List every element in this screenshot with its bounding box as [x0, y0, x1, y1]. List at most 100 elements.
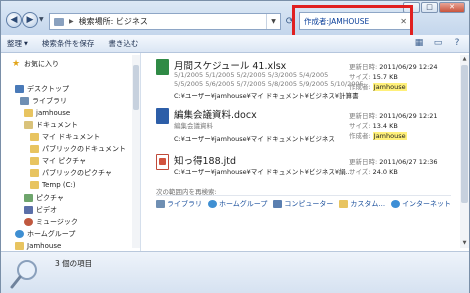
- meta-key: 更新日時:: [349, 112, 378, 120]
- modified-date: 更新日時: 2011/06/29 12:24: [349, 61, 438, 71]
- documents-icon: [24, 120, 33, 129]
- recent-pages-dropdown-icon[interactable]: ▼: [39, 16, 44, 23]
- address-dropdown-icon[interactable]: ▼: [266, 14, 280, 29]
- file-size: サイズ: 24.0 KB: [349, 166, 398, 176]
- command-toolbar: 整理 ▼ 検索条件を保存 書き込む ▦ ▭ ?: [1, 35, 469, 53]
- change-view-icon[interactable]: ▦: [413, 37, 425, 49]
- author: 作成者: Jamhouse: [349, 81, 407, 91]
- sidebar-item-label: Jamhouse: [27, 241, 62, 250]
- list-item-result-2[interactable]: 編集会議資料.docx 編集会議資料 C:¥ユーザー¥jamhouse¥マイ ド…: [142, 104, 460, 150]
- sidebar-item-label: ミュージック: [36, 217, 78, 226]
- breadcrumb-separator-icon[interactable]: ▶: [69, 18, 74, 25]
- sidebar-item-pictures[interactable]: ピクチャ: [24, 192, 64, 203]
- sidebar-item-my-pictures[interactable]: マイ ピクチャ: [30, 155, 86, 166]
- view-controls: ▦ ▭ ?: [413, 37, 463, 49]
- forward-button[interactable]: ▶: [22, 12, 38, 28]
- sidebar-item-temp[interactable]: Temp (C:): [30, 179, 76, 190]
- help-icon[interactable]: ?: [451, 37, 463, 49]
- meta-key: サイズ:: [349, 122, 371, 130]
- divider: [156, 195, 451, 196]
- sidebar-item-label: ドキュメント: [36, 120, 78, 129]
- videos-icon: [24, 205, 33, 214]
- library-icon: [20, 96, 29, 105]
- file-name[interactable]: 知っ得188.jtd: [174, 153, 236, 167]
- music-icon: [24, 217, 33, 226]
- search-again-label: ライブラリ: [167, 200, 202, 208]
- search-again-libraries[interactable]: ライブラリ: [156, 199, 202, 209]
- search-results-pane: 月間スケジュール 41.xlsx 5/1/2005 5/1/2005 5/2/2…: [142, 53, 469, 251]
- internet-icon: [391, 200, 401, 208]
- search-again-locations: ライブラリ ホームグループ コンピューター カスタム... インターネット: [156, 199, 451, 209]
- meta-value: 15.7 KB: [372, 73, 398, 81]
- sidebar-item-videos[interactable]: ビデオ: [24, 204, 57, 215]
- forward-arrow-icon: ▶: [26, 15, 34, 25]
- star-icon: ★: [12, 58, 21, 69]
- user-folder-icon: [15, 241, 24, 250]
- preview-pane-icon[interactable]: ▭: [432, 37, 444, 49]
- sidebar-item-public-pictures[interactable]: パブリックのピクチャ: [30, 167, 112, 178]
- modified-date: 更新日時: 2011/06/27 12:36: [349, 156, 438, 166]
- file-path: C:¥ユーザー¥jamhouse¥マイ ドキュメント¥ビジネス¥絹...: [174, 168, 352, 176]
- search-magnifier-icon: [10, 260, 37, 289]
- sidebar-item-jamhouse[interactable]: jamhouse: [24, 107, 70, 118]
- sidebar-item-label: ライブラリ: [32, 96, 67, 105]
- meta-value: 2011/06/27 12:36: [379, 158, 438, 166]
- sidebar-item-my-documents[interactable]: マイ ドキュメント: [30, 131, 100, 142]
- sidebar-item-music[interactable]: ミュージック: [24, 216, 78, 227]
- homegroup-icon: [208, 200, 217, 208]
- breadcrumb[interactable]: 検索場所: ビジネス: [79, 16, 148, 27]
- folder-icon: [30, 168, 39, 177]
- sidebar-item-desktop[interactable]: デスクトップ: [15, 83, 69, 94]
- back-arrow-icon: ◀: [10, 15, 18, 25]
- meta-key: 作成者:: [349, 83, 371, 91]
- file-size: サイズ: 13.4 KB: [349, 120, 398, 130]
- item-count: 3 個の項目: [55, 259, 93, 268]
- computer-icon: [273, 200, 283, 208]
- author: 作成者: Jamhouse: [349, 130, 407, 140]
- file-name[interactable]: 月間スケジュール 41.xlsx: [174, 58, 286, 72]
- folder-icon: [339, 200, 349, 208]
- search-again-computer[interactable]: コンピューター: [273, 199, 333, 209]
- title-bar: – □ ✕ ◀ ▶ ▼ ▶ 検索場所: ビジネス ▼ ⟳ 作成者:JAMHOUS…: [1, 1, 469, 38]
- search-again-label: カスタム...: [350, 200, 386, 208]
- folder-icon: [30, 144, 39, 153]
- address-bar[interactable]: ▶ 検索場所: ビジネス ▼: [49, 13, 281, 30]
- file-name[interactable]: 編集会議資料.docx: [174, 107, 257, 121]
- close-button[interactable]: ✕: [439, 2, 465, 13]
- sidebar-item-libraries[interactable]: ライブラリ: [20, 95, 67, 106]
- navigation-pane: ★ お気に入り デスクトップ ライブラリ jamhouse ドキュメント マイ …: [1, 53, 141, 251]
- sidebar-item-homegroup[interactable]: ホームグループ: [15, 228, 75, 239]
- desktop-icon: [15, 84, 24, 93]
- results-scrollbar[interactable]: ▲ ▼: [460, 55, 469, 248]
- sidebar-item-public-documents[interactable]: パブリックのドキュメント: [30, 143, 126, 154]
- search-again-label: インターネット: [402, 200, 452, 208]
- back-button[interactable]: ◀: [6, 12, 22, 28]
- scrollbar-thumb[interactable]: [133, 65, 139, 110]
- sidebar-item-label: Temp (C:): [42, 180, 76, 189]
- file-size: サイズ: 15.7 KB: [349, 71, 398, 81]
- excel-file-icon: [156, 59, 169, 75]
- scrollbar-thumb[interactable]: [461, 65, 468, 203]
- burn-button[interactable]: 書き込む: [108, 38, 138, 49]
- sidebar-item-documents[interactable]: ドキュメント: [24, 119, 78, 130]
- navigation-scrollbar[interactable]: [132, 55, 140, 248]
- search-again-internet[interactable]: インターネット: [391, 199, 451, 209]
- scroll-down-icon[interactable]: ▼: [460, 239, 469, 248]
- sidebar-item-favorites[interactable]: ★ お気に入り: [12, 58, 59, 69]
- maximize-button[interactable]: □: [421, 2, 438, 13]
- sidebar-item-label: パブリックのドキュメント: [42, 144, 126, 153]
- homegroup-icon: [15, 229, 24, 238]
- organize-menu-button[interactable]: 整理 ▼: [7, 38, 28, 49]
- sidebar-item-jamhouse-user[interactable]: Jamhouse: [15, 240, 61, 251]
- scroll-up-icon[interactable]: ▲: [460, 55, 469, 64]
- folder-icon: [30, 156, 39, 165]
- search-again-custom[interactable]: カスタム...: [339, 199, 385, 209]
- save-search-button[interactable]: 検索条件を保存: [42, 38, 95, 49]
- list-item-result-3[interactable]: 知っ得188.jtd C:¥ユーザー¥jamhouse¥マイ ドキュメント¥ビジ…: [142, 150, 460, 182]
- search-again-homegroup[interactable]: ホームグループ: [208, 199, 267, 209]
- sidebar-item-label: ビデオ: [36, 205, 57, 214]
- list-item-result-1[interactable]: 月間スケジュール 41.xlsx 5/1/2005 5/1/2005 5/2/2…: [142, 55, 460, 103]
- folder-icon: [30, 132, 39, 141]
- meta-value: 24.0 KB: [372, 168, 398, 176]
- meta-value: Jamhouse: [372, 132, 407, 140]
